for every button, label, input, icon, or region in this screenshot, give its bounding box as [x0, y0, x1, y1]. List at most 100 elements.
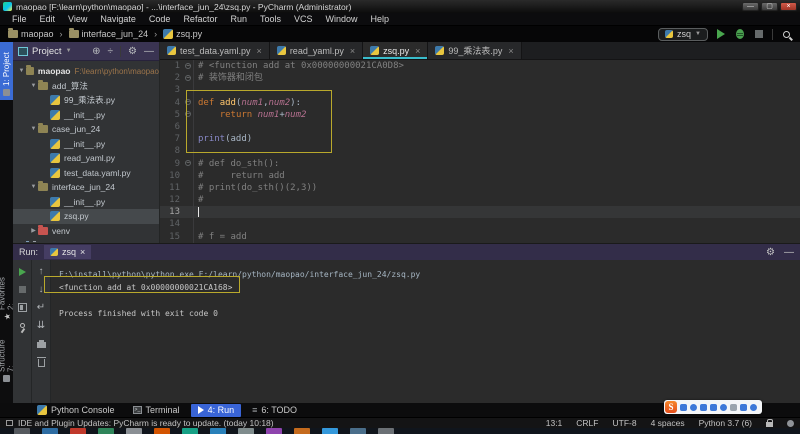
tree-item[interactable]: ▼add_算法	[13, 79, 159, 94]
run-console-tab[interactable]: zsq ×	[44, 245, 91, 259]
tree-item[interactable]: __init__.py	[13, 137, 159, 152]
tool-window-button-6-todo[interactable]: ≡6: TODO	[245, 404, 304, 417]
taskbar-icon[interactable]	[266, 428, 282, 434]
tree-item[interactable]: ▶venv	[13, 224, 159, 239]
taskbar-icon[interactable]	[378, 428, 394, 434]
tool-stripe-structure[interactable]: 7: Structure	[0, 330, 13, 386]
code-line[interactable]: 4−def add(num1,num2):	[160, 97, 800, 109]
ime-toolbar[interactable]: S	[664, 400, 762, 414]
taskbar-icon[interactable]	[350, 428, 366, 434]
close-tab-icon[interactable]: ×	[257, 46, 262, 56]
scroll-to-end-button[interactable]: ⇊	[36, 320, 47, 331]
fold-icon[interactable]: −	[185, 160, 191, 166]
close-tab-icon[interactable]: ×	[508, 46, 513, 56]
fold-icon[interactable]: −	[185, 63, 191, 69]
code-line[interactable]: 15# f = add	[160, 231, 800, 243]
ime-icon[interactable]	[680, 404, 687, 411]
ime-icon[interactable]	[710, 404, 717, 411]
search-everywhere-button[interactable]	[780, 28, 792, 40]
tool-stripe-favorites[interactable]: ★ 2: Favorites	[0, 270, 13, 324]
fold-icon[interactable]: −	[185, 99, 191, 105]
taskbar-icon[interactable]	[42, 428, 58, 434]
breadcrumb-item[interactable]: zsq.py	[163, 29, 202, 39]
rerun-button[interactable]	[17, 266, 28, 277]
print-button[interactable]	[36, 338, 47, 349]
tree-item[interactable]: 99_乘法表.py	[13, 93, 159, 108]
editor-tab[interactable]: zsq.py×	[363, 42, 428, 59]
code-line[interactable]: 12#	[160, 194, 800, 206]
taskbar-icon[interactable]	[322, 428, 338, 434]
tree-item[interactable]: zsq.py	[13, 209, 159, 224]
ime-icon[interactable]	[750, 404, 757, 411]
run-settings-gear-icon[interactable]: ⚙	[766, 247, 775, 258]
hector-inspector-icon[interactable]	[787, 420, 794, 427]
close-tab-icon[interactable]: ×	[350, 46, 355, 56]
tool-stripe-project[interactable]: 1: Project	[0, 42, 13, 100]
editor-tab[interactable]: test_data.yaml.py×	[160, 42, 270, 59]
ime-icon[interactable]	[730, 404, 737, 411]
tree-item[interactable]: ▼interface_jun_24	[13, 180, 159, 195]
code-line[interactable]: 11# print(do_sth()(2,3))	[160, 182, 800, 194]
menu-item-edit[interactable]: Edit	[34, 14, 62, 24]
code-line[interactable]: 7print(add)	[160, 133, 800, 145]
tool-window-button-terminal[interactable]: >_Terminal	[126, 404, 187, 417]
lock-icon[interactable]	[766, 422, 773, 427]
maximize-button[interactable]: ▢	[761, 2, 778, 11]
ime-icon[interactable]	[740, 404, 747, 411]
tool-window-button-python-console[interactable]: Python Console	[30, 404, 122, 417]
clear-all-button[interactable]	[36, 356, 47, 367]
breadcrumb-item[interactable]: interface_jun_24	[69, 29, 149, 39]
tool-window-button-4-run[interactable]: 4: Run	[191, 404, 242, 417]
code-editor[interactable]: 1−# <function add at 0x00000000021CA0D8>…	[160, 60, 800, 243]
restore-layout-button[interactable]	[17, 302, 28, 313]
tree-item[interactable]: __init__.py	[13, 108, 159, 123]
status-line-ending[interactable]: CRLF	[576, 418, 598, 428]
code-line[interactable]: 9−# def do_sth():	[160, 158, 800, 170]
code-line[interactable]: 8	[160, 145, 800, 157]
hide-run-panel-button[interactable]: —	[784, 247, 794, 258]
taskbar-icon[interactable]	[210, 428, 226, 434]
status-indent-style[interactable]: 4 spaces	[651, 418, 685, 428]
up-stack-trace-button[interactable]: ↑	[36, 266, 47, 277]
tree-item[interactable]: ▼case_jun_24	[13, 122, 159, 137]
breadcrumb-item[interactable]: maopao	[8, 29, 54, 39]
run-button[interactable]	[715, 28, 727, 40]
tree-item[interactable]: ▶External Libraries	[13, 238, 159, 242]
taskbar-icon[interactable]	[238, 428, 254, 434]
code-line[interactable]: 5− return num1+num2	[160, 109, 800, 121]
taskbar-icon[interactable]	[294, 428, 310, 434]
taskbar-icon[interactable]	[126, 428, 142, 434]
fold-icon[interactable]: −	[185, 75, 191, 81]
menu-item-tools[interactable]: Tools	[254, 14, 287, 24]
tree-item[interactable]: read_yaml.py	[13, 151, 159, 166]
run-console-output[interactable]: F:\install\python\python.exe F:/learn/py…	[51, 260, 800, 404]
status-file-encoding[interactable]: UTF-8	[612, 418, 636, 428]
tree-item[interactable]: test_data.yaml.py	[13, 166, 159, 181]
status-caret-position[interactable]: 13:1	[546, 418, 563, 428]
ime-icon[interactable]	[720, 404, 727, 411]
editor-tab[interactable]: 99_乘法表.py×	[428, 42, 521, 59]
soft-wrap-button[interactable]: ↵	[36, 302, 47, 313]
down-stack-trace-button[interactable]: ↓	[36, 284, 47, 295]
settings-gear-icon[interactable]: ⚙	[128, 46, 137, 57]
taskbar-icon[interactable]	[98, 428, 114, 434]
code-line[interactable]: 13	[160, 206, 800, 218]
taskbar-icon[interactable]	[154, 428, 170, 434]
editor-tab[interactable]: read_yaml.py×	[270, 42, 363, 59]
close-tab-icon[interactable]: ×	[80, 247, 85, 257]
code-line[interactable]: 14	[160, 218, 800, 230]
menu-item-navigate[interactable]: Navigate	[94, 14, 142, 24]
ime-icon[interactable]	[690, 404, 697, 411]
menu-item-code[interactable]: Code	[143, 14, 177, 24]
pin-tab-button[interactable]	[17, 320, 28, 331]
tree-item[interactable]: __init__.py	[13, 195, 159, 210]
hide-panel-button[interactable]: —	[144, 46, 154, 57]
debug-button[interactable]	[734, 28, 746, 40]
menu-item-help[interactable]: Help	[365, 14, 396, 24]
code-line[interactable]: 3	[160, 84, 800, 96]
menu-item-refactor[interactable]: Refactor	[177, 14, 223, 24]
collapse-all-button[interactable]: ÷	[108, 46, 114, 57]
project-view-selector[interactable]: Project ▼	[18, 46, 72, 57]
menu-item-view[interactable]: View	[62, 14, 93, 24]
sogou-logo-icon[interactable]: S	[665, 401, 677, 413]
